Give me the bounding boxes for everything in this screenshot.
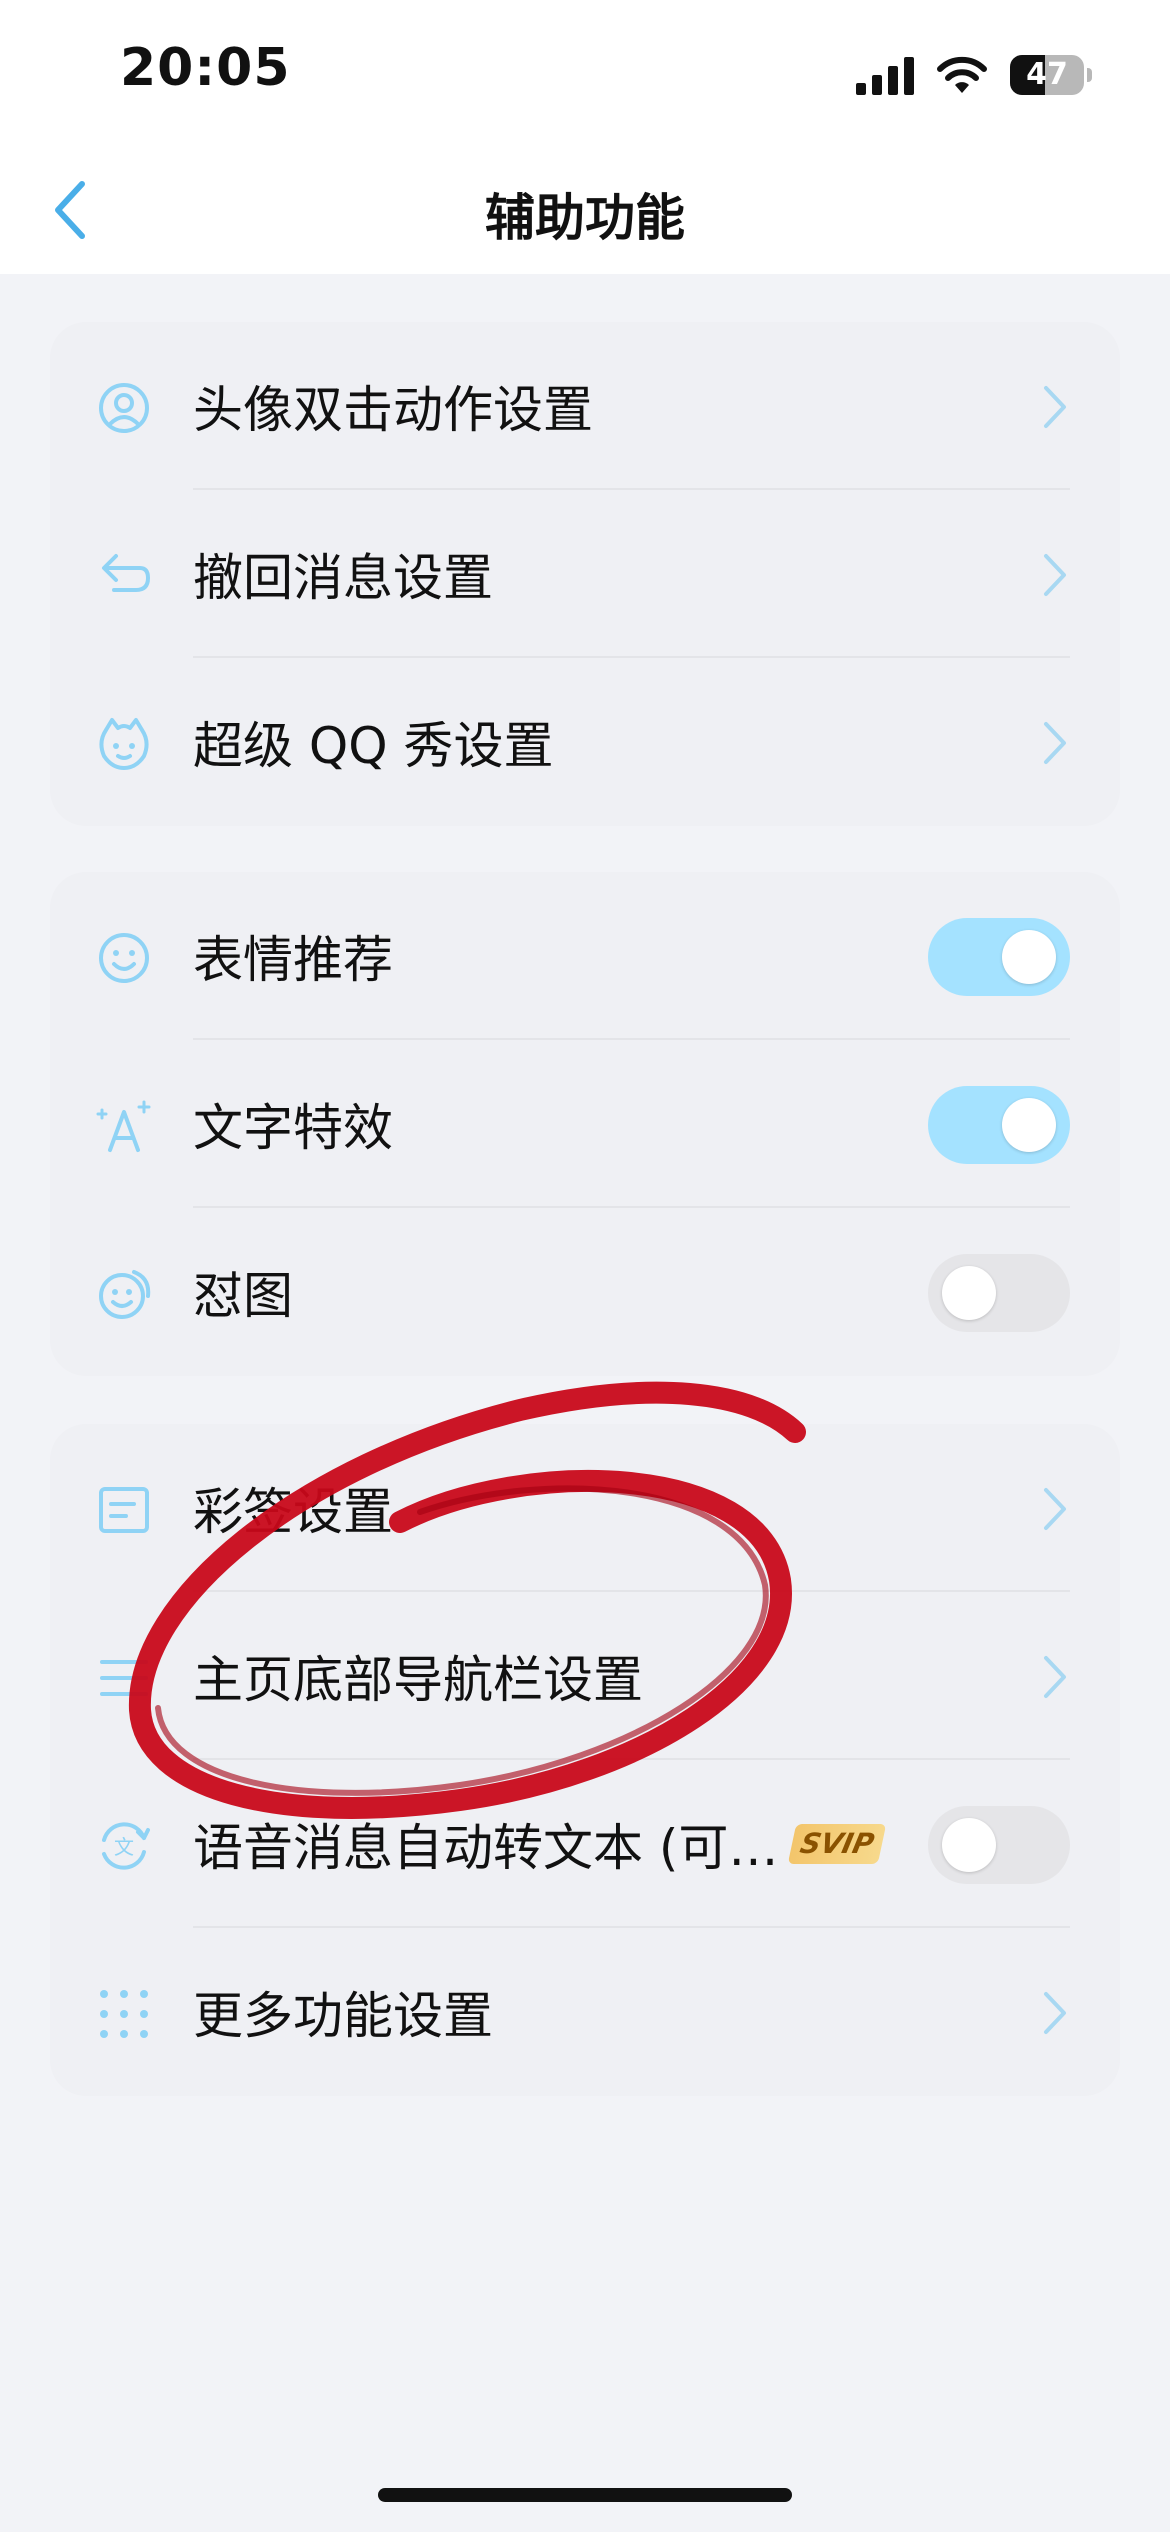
battery-icon: 47 bbox=[1010, 55, 1092, 95]
emoji-recommend-toggle[interactable] bbox=[928, 918, 1070, 996]
home-indicator bbox=[378, 2488, 792, 2502]
svip-badge: SVIP bbox=[787, 1824, 887, 1864]
chevron-right-icon bbox=[1040, 1990, 1070, 2036]
grid-icon bbox=[96, 1986, 152, 2042]
row-label: 彩签设置 bbox=[193, 1483, 393, 1541]
nav-bar: 辅助功能 bbox=[0, 150, 1170, 274]
emoji-icon bbox=[96, 930, 152, 986]
voice-text-icon: 文 bbox=[96, 1818, 152, 1874]
row-label: 语音消息自动转文本 (可… bbox=[193, 1819, 779, 1877]
status-time: 20:05 bbox=[120, 38, 291, 98]
menu-icon bbox=[96, 1650, 152, 1706]
voice-to-text-toggle[interactable] bbox=[928, 1806, 1070, 1884]
text-effect-icon bbox=[96, 1098, 152, 1154]
wifi-icon bbox=[936, 55, 988, 95]
row-label: 头像双击动作设置 bbox=[193, 381, 593, 439]
chevron-right-icon bbox=[1040, 384, 1070, 430]
tag-icon bbox=[96, 1482, 152, 1538]
chevron-right-icon bbox=[1040, 552, 1070, 598]
row-super-qq-show[interactable]: 超级 QQ 秀设置 bbox=[50, 658, 1120, 826]
settings-group-3: 彩签设置 主页底部导航栏设置 文 语音消息自动转文本 (可… SVIP 更多功能… bbox=[50, 1424, 1120, 2096]
row-more-settings[interactable]: 更多功能设置 bbox=[50, 1928, 1120, 2096]
row-avatar-double-tap[interactable]: 头像双击动作设置 bbox=[50, 322, 1120, 490]
settings-group-2: 表情推荐 文字特效 怼图 bbox=[50, 872, 1120, 1376]
text-effect-toggle[interactable] bbox=[928, 1086, 1070, 1164]
page-title: 辅助功能 bbox=[485, 189, 685, 247]
chevron-right-icon bbox=[1040, 1486, 1070, 1532]
row-emoji-recommend[interactable]: 表情推荐 bbox=[50, 872, 1120, 1040]
row-label: 撤回消息设置 bbox=[193, 549, 493, 607]
chevron-right-icon bbox=[1040, 720, 1070, 766]
row-label: 主页底部导航栏设置 bbox=[193, 1651, 643, 1709]
chevron-right-icon bbox=[1040, 1654, 1070, 1700]
row-label: 更多功能设置 bbox=[193, 1987, 493, 2045]
settings-group-1: 头像双击动作设置 撤回消息设置 超级 QQ 秀设置 bbox=[50, 322, 1120, 826]
row-text-effect[interactable]: 文字特效 bbox=[50, 1040, 1120, 1208]
undo-icon bbox=[96, 548, 152, 604]
row-voice-to-text[interactable]: 文 语音消息自动转文本 (可… SVIP bbox=[50, 1760, 1120, 1928]
row-label: 超级 QQ 秀设置 bbox=[193, 717, 554, 775]
row-recall-message[interactable]: 撤回消息设置 bbox=[50, 490, 1120, 658]
signal-icon bbox=[856, 55, 914, 95]
sticker-icon bbox=[96, 1266, 152, 1322]
battery-level: 47 bbox=[1026, 57, 1068, 92]
status-icons: 47 bbox=[856, 52, 1092, 98]
sticker-reply-toggle[interactable] bbox=[928, 1254, 1070, 1332]
row-label: 文字特效 bbox=[193, 1099, 393, 1157]
qq-show-icon bbox=[96, 716, 152, 772]
status-bar: 20:05 47 bbox=[0, 0, 1170, 150]
row-color-tag[interactable]: 彩签设置 bbox=[50, 1424, 1120, 1592]
row-label: 表情推荐 bbox=[193, 931, 393, 989]
avatar-icon bbox=[96, 380, 152, 436]
row-label: 怼图 bbox=[193, 1267, 293, 1325]
svg-text:文: 文 bbox=[114, 1835, 134, 1859]
row-sticker-reply[interactable]: 怼图 bbox=[50, 1208, 1120, 1376]
row-bottom-nav[interactable]: 主页底部导航栏设置 bbox=[50, 1592, 1120, 1760]
